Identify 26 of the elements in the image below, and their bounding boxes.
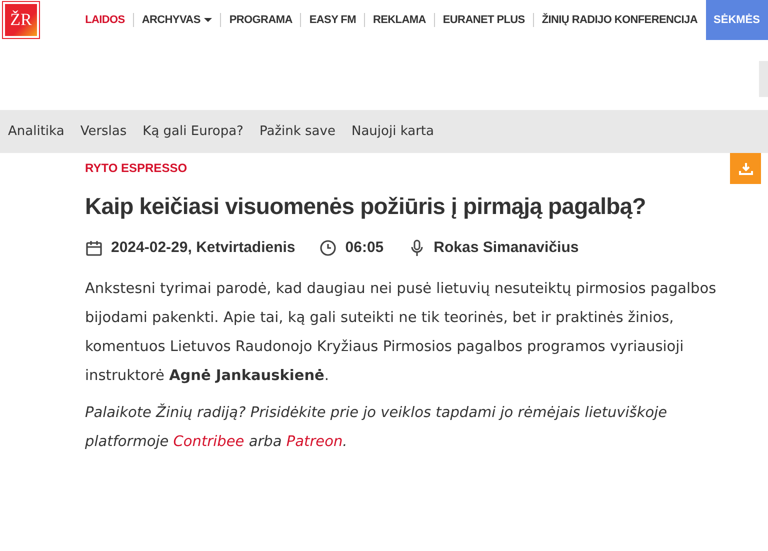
nav-link[interactable]: LAIDOS	[77, 13, 133, 27]
support-text: Palaikote Žinių radiją? Prisidėkite prie jo veiklos tapdami jo rėmėjais lietuviškoje platformoje Contribee arba Patreon.	[85, 402, 668, 452]
nav-link[interactable]: ARCHYVAS	[132, 13, 220, 27]
date-text: 2024-02-29, Ketvirtadienis	[111, 238, 296, 258]
logo[interactable]: ŽR	[3, 2, 39, 38]
clock-icon	[319, 238, 338, 257]
text-link[interactable]: Contribee	[173, 434, 244, 450]
article-title: Kaip keičiasi visuomenės požiūris į pirmąją pagalbą?	[85, 193, 646, 221]
nav-link[interactable]: EURANET PLUS	[434, 13, 533, 27]
nav-link[interactable]: REKLAMA	[364, 13, 434, 27]
nav-link[interactable]: EASY FM	[300, 13, 364, 27]
article-lead: Ankstesni tyrimai parodė, kad daugiau nei pusė lietuvių nesuteiktų pirmosios pagalbos bijodami pakenkti. Apie tai, ką gali suteikti ne tik teorinės, bet ir praktinės žinios, komentuos Lietuvos Raudonojo Kryžiaus Pirmosios pagalbos programos vyriausioji instruktorė Agnė Jankauskienė.	[85, 280, 718, 386]
category-label: RYTO ESPRESSO	[85, 160, 188, 177]
nav-link[interactable]: PROGRAMA	[220, 13, 300, 27]
download-button[interactable]	[730, 153, 761, 184]
subnav-link[interactable]: Verslas	[80, 122, 127, 142]
calendar-icon	[85, 238, 103, 257]
subnav-link[interactable]: Pažink save	[259, 122, 336, 142]
host-name: Rokas Simanavičius	[434, 238, 579, 258]
subnav-link[interactable]: Analitika	[8, 122, 64, 142]
time-text: 06:05	[345, 238, 384, 258]
nav-button[interactable]: SĖKMĖS	[706, 0, 768, 40]
subnav-link[interactable]: Ką gali Europa?	[142, 122, 244, 142]
download-icon	[738, 162, 752, 176]
text-link[interactable]: Patreon	[286, 434, 343, 450]
subnav-link[interactable]: Naujoji karta	[351, 122, 434, 142]
